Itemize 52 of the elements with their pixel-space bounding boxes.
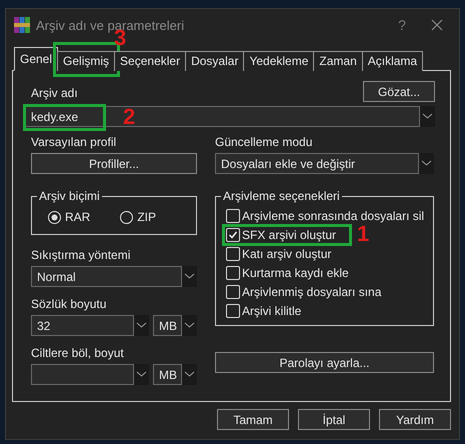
compression-dropdown[interactable]: Normal: [31, 266, 182, 287]
field-value: MB: [159, 368, 177, 382]
field-value: Normal: [37, 270, 76, 284]
split-size-dropdown[interactable]: [31, 364, 134, 385]
set-password-button[interactable]: Parolayı ayarla...: [215, 352, 434, 373]
checkbox[interactable]: [226, 266, 240, 280]
field-value: kedy.exe: [31, 110, 78, 124]
dictionary-size-dropdown[interactable]: 32: [31, 315, 134, 336]
checkbox[interactable]: [226, 304, 240, 318]
update-mode-dropdown[interactable]: Dosyaları ekle ve değiştir: [215, 153, 419, 174]
tab[interactable]: Yedekleme: [243, 51, 314, 71]
radio-option[interactable]: ZIP: [120, 210, 156, 224]
unit-dropdown[interactable]: MB: [153, 364, 182, 385]
annotation-number: 1: [357, 223, 370, 245]
field-label: Güncelleme modu: [215, 135, 314, 150]
tab[interactable]: Genel: [14, 47, 58, 71]
field-value: MB: [159, 318, 177, 332]
checkbox-option[interactable]: Arşivleme sonrasında dosyaları sil: [226, 206, 424, 225]
dialog-button[interactable]: Yardım: [379, 409, 451, 430]
field-value: Dosyaları ekle ve değiştir: [221, 156, 356, 170]
dialog-button[interactable]: Tamam: [217, 409, 289, 430]
checkbox[interactable]: [226, 228, 240, 242]
checkbox[interactable]: [226, 246, 240, 260]
field-label: Ciltlere böl, boyut: [31, 346, 125, 361]
checkbox-option[interactable]: Arşivi kilitle: [226, 301, 302, 320]
checkbox-option[interactable]: Arşivlenmiş dosyaları sına: [226, 282, 382, 301]
checkbox-option[interactable]: Kurtarma kaydı ekle: [226, 263, 349, 282]
field-label: Arşiv adı: [31, 86, 78, 101]
checkbox-option[interactable]: Katı arşiv oluştur: [226, 244, 332, 263]
tab[interactable]: Açıklama: [362, 51, 424, 71]
field-label: Sıkıştırma yöntemi: [31, 248, 132, 263]
close-icon[interactable]: [431, 19, 443, 31]
tab[interactable]: Dosyalar: [185, 51, 244, 71]
profiles-button[interactable]: Profiller...: [31, 153, 197, 174]
dialog-button[interactable]: İptal: [298, 409, 370, 430]
help-button[interactable]: ?: [387, 17, 417, 33]
tab[interactable]: Seçenekler: [114, 51, 186, 71]
checkbox[interactable]: [226, 284, 240, 298]
group-label: Arşiv biçimi: [37, 189, 102, 204]
tab[interactable]: Zaman: [313, 51, 363, 71]
browse-button[interactable]: Gözat...: [363, 81, 435, 102]
unit-dropdown[interactable]: MB: [153, 315, 182, 336]
checkbox[interactable]: [226, 208, 240, 222]
field-value: 32: [37, 318, 50, 332]
books-stack-icon: [14, 17, 30, 33]
group-label: Arşivleme seçenekleri: [221, 189, 342, 204]
field-label: Sözlük boyutu: [31, 297, 108, 312]
annotation-number: 2: [123, 106, 136, 128]
radio-option[interactable]: RAR: [48, 210, 90, 224]
tab[interactable]: Gelişmiş: [57, 51, 116, 71]
field-label: Varsayılan profil: [31, 135, 118, 150]
checkbox-option[interactable]: SFX arşivi oluştur: [226, 225, 336, 244]
